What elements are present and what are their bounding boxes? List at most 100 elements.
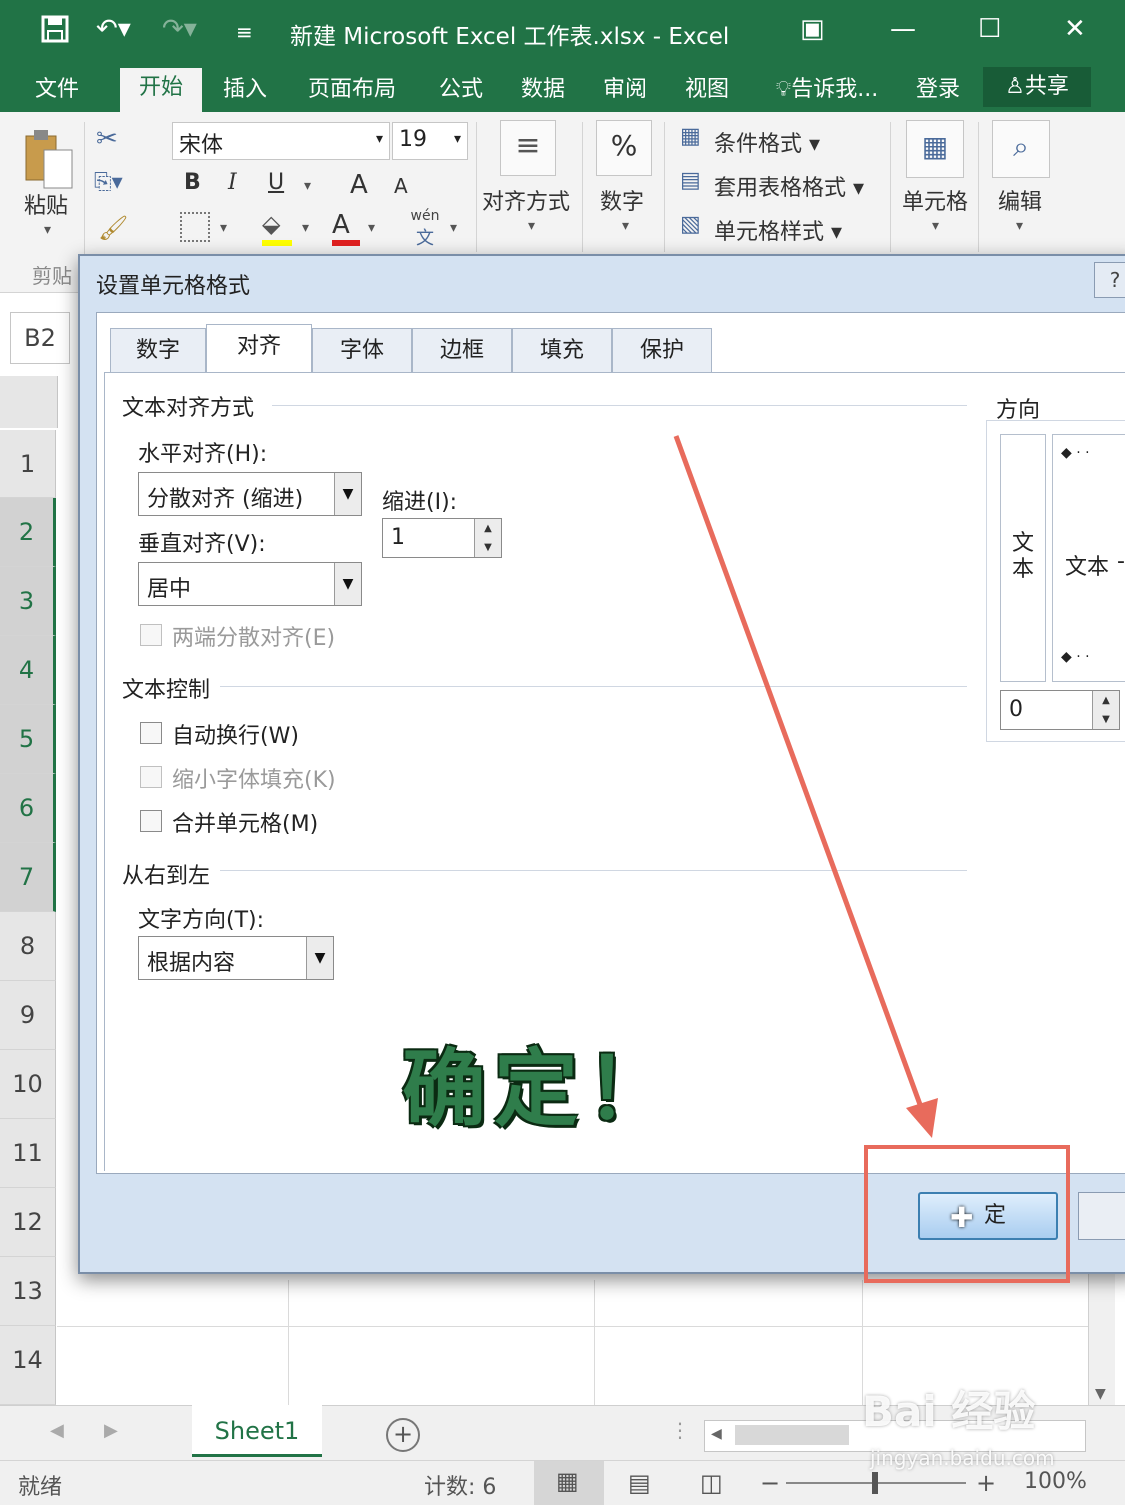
editing-label[interactable]: 编辑: [998, 184, 1042, 216]
normal-view-button[interactable]: ▦: [534, 1461, 604, 1505]
next-sheet-icon[interactable]: ▶: [104, 1420, 118, 1441]
cells-label[interactable]: 单元格: [902, 184, 968, 216]
chevron-down-icon[interactable]: ▼: [334, 473, 361, 515]
search-icon[interactable]: ⌕: [992, 120, 1050, 178]
spin-down-icon[interactable]: ▼: [474, 538, 501, 557]
row-header[interactable]: 9: [0, 981, 56, 1050]
chevron-down-icon[interactable]: ▾: [528, 218, 535, 234]
row-header[interactable]: 2: [0, 498, 56, 567]
row-header[interactable]: 5: [0, 705, 56, 774]
login-link[interactable]: 登录: [906, 70, 970, 112]
table-format-button[interactable]: 套用表格格式 ▾: [714, 170, 864, 202]
close-icon[interactable]: ✕: [1064, 14, 1086, 44]
scroll-down-icon[interactable]: ▼: [1095, 1386, 1106, 1402]
font-size-combo[interactable]: 19 ▾: [392, 122, 468, 160]
zoom-slider-thumb[interactable]: [872, 1472, 878, 1494]
text-direction-select[interactable]: 根据内容 ▼: [138, 936, 334, 980]
align-icon[interactable]: ≡: [500, 120, 556, 176]
spin-up-icon[interactable]: ▲: [1092, 691, 1119, 710]
tab-alignment[interactable]: 对齐: [206, 324, 312, 374]
row-header[interactable]: 10: [0, 1050, 56, 1119]
row-header[interactable]: 4: [0, 636, 56, 705]
page-break-view-icon[interactable]: ◫: [700, 1469, 723, 1497]
paste-label[interactable]: 粘贴: [24, 188, 68, 220]
tab-home[interactable]: 开始: [120, 68, 202, 112]
alignment-label[interactable]: 对齐方式: [482, 184, 570, 216]
clipboard-icon[interactable]: [22, 128, 76, 192]
italic-button[interactable]: I: [228, 170, 237, 195]
format-painter-icon[interactable]: 🖌︎: [98, 214, 128, 242]
spin-up-icon[interactable]: ▲: [474, 519, 501, 538]
splitter-icon[interactable]: ⋮: [670, 1418, 690, 1442]
row-header[interactable]: 7: [0, 843, 56, 912]
percent-icon[interactable]: %: [596, 120, 652, 176]
vertical-scrollbar[interactable]: ▼: [1088, 1270, 1115, 1406]
zoom-in-icon[interactable]: +: [976, 1469, 996, 1497]
vertical-align-select[interactable]: 居中 ▼: [138, 562, 362, 606]
tab-page-layout[interactable]: 页面布局: [296, 70, 408, 112]
chevron-down-icon[interactable]: ▾: [1016, 218, 1023, 234]
tab-file[interactable]: 文件: [22, 70, 92, 112]
shrink-to-fit-checkbox[interactable]: [140, 766, 162, 788]
tab-font[interactable]: 字体: [312, 328, 412, 372]
minimize-icon[interactable]: —: [890, 14, 916, 44]
chevron-down-icon[interactable]: ▾: [220, 220, 227, 236]
tab-border[interactable]: 边框: [412, 328, 512, 372]
tab-insert[interactable]: 插入: [212, 70, 278, 112]
row-header[interactable]: 6: [0, 774, 56, 843]
shrink-font-button[interactable]: A: [394, 174, 408, 198]
zoom-slider[interactable]: [786, 1472, 966, 1494]
cells-icon[interactable]: ▦: [906, 120, 964, 178]
maximize-icon[interactable]: ☐: [978, 14, 1001, 44]
cancel-button[interactable]: [1078, 1192, 1125, 1240]
spin-down-icon[interactable]: ▼: [1092, 710, 1119, 729]
prev-sheet-icon[interactable]: ◀: [50, 1420, 64, 1441]
row-header[interactable]: 1: [0, 430, 56, 498]
tab-number[interactable]: 数字: [110, 328, 206, 372]
paste-dropdown-icon[interactable]: ▾: [44, 222, 51, 238]
zoom-out-icon[interactable]: −: [760, 1469, 780, 1497]
underline-button[interactable]: U: [268, 170, 284, 195]
phonetic-guide-button[interactable]: wén 文: [408, 208, 442, 250]
row-header[interactable]: 3: [0, 567, 56, 636]
add-sheet-icon[interactable]: +: [386, 1418, 420, 1452]
ribbon-display-icon[interactable]: ▣: [800, 14, 825, 44]
tell-me-box[interactable]: 💡︎告诉我...: [762, 70, 892, 112]
tab-formulas[interactable]: 公式: [428, 70, 494, 112]
save-icon[interactable]: [40, 14, 70, 51]
bold-button[interactable]: B: [184, 170, 201, 195]
customize-toolbar-icon[interactable]: ≡: [236, 20, 253, 44]
chevron-down-icon[interactable]: ▾: [622, 218, 629, 234]
row-header[interactable]: 8: [0, 912, 56, 981]
wrap-text-checkbox[interactable]: [140, 722, 162, 744]
scrollbar-thumb[interactable]: [735, 1425, 849, 1445]
number-label[interactable]: 数字: [600, 184, 644, 216]
undo-icon[interactable]: ↶▾: [96, 14, 131, 44]
chevron-down-icon[interactable]: ▼: [306, 937, 333, 979]
copy-icon[interactable]: ⎘▾: [94, 170, 123, 195]
select-all-corner[interactable]: [0, 376, 58, 428]
tab-data[interactable]: 数据: [510, 70, 576, 112]
merge-cells-checkbox[interactable]: [140, 810, 162, 832]
tab-protection[interactable]: 保护: [612, 328, 712, 372]
tab-review[interactable]: 审阅: [592, 70, 658, 112]
row-header[interactable]: 14: [0, 1326, 56, 1405]
help-button[interactable]: ?: [1094, 262, 1125, 298]
orientation-dial[interactable]: ◆ · · 文本 - ◆ · ·: [1052, 434, 1125, 682]
vertical-text-box[interactable]: 文本: [1000, 434, 1046, 682]
justify-distributed-checkbox[interactable]: [140, 624, 162, 646]
chevron-down-icon[interactable]: ▼: [334, 563, 361, 605]
tab-fill[interactable]: 填充: [512, 328, 612, 372]
zoom-level[interactable]: 100%: [1024, 1469, 1087, 1494]
chevron-down-icon[interactable]: ▾: [368, 220, 375, 236]
fill-color-icon[interactable]: ⬙: [262, 210, 292, 246]
grow-font-button[interactable]: A: [350, 170, 368, 200]
cell-styles-button[interactable]: 单元格样式 ▾: [714, 214, 842, 246]
font-color-button[interactable]: A: [332, 210, 362, 246]
chevron-down-icon[interactable]: ▾: [450, 220, 457, 236]
scroll-left-icon[interactable]: ◀: [711, 1426, 722, 1442]
tab-view[interactable]: 视图: [674, 70, 740, 112]
chevron-down-icon[interactable]: ▾: [304, 178, 311, 194]
cut-icon[interactable]: ✂: [96, 124, 118, 154]
font-name-combo[interactable]: 宋体 ▾: [172, 122, 390, 160]
